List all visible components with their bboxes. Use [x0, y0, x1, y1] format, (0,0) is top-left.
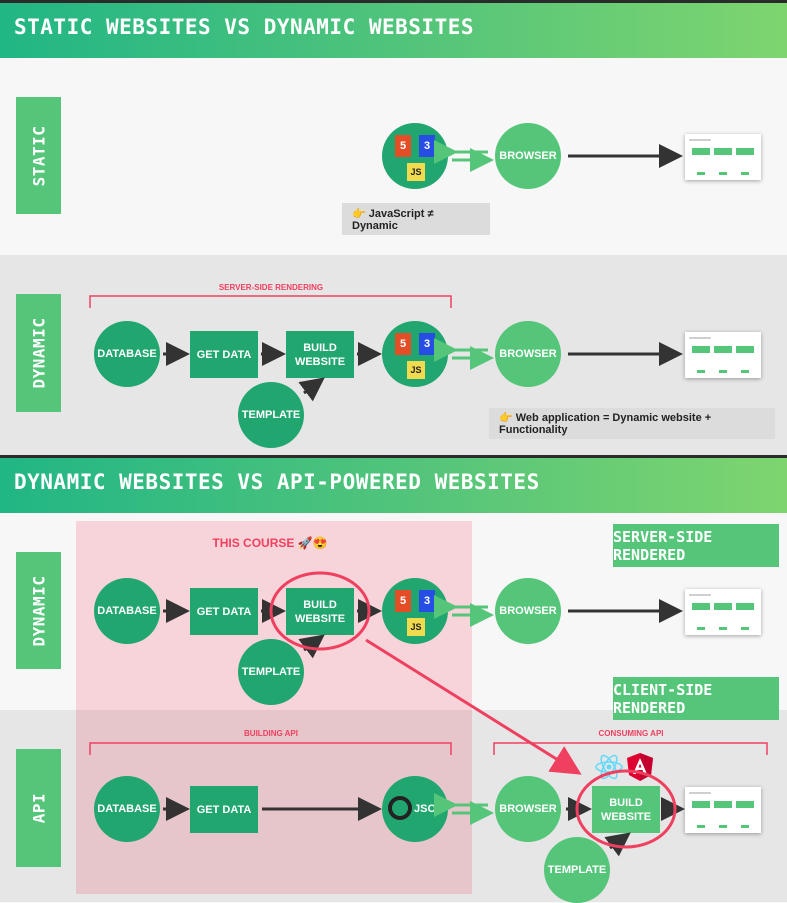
browser-node: BROWSER — [495, 776, 561, 842]
json-icon — [388, 796, 412, 820]
angular-icon — [627, 753, 653, 781]
js-not-dynamic-note: 👉 JavaScript ≠ Dynamic — [342, 203, 490, 235]
consuming-api-label: CONSUMING API — [598, 729, 664, 738]
get-data-node: GET DATA — [190, 786, 258, 833]
css3-icon: 3 — [419, 333, 435, 355]
building-api-label: BUILDING API — [244, 729, 298, 738]
api-label: API — [16, 749, 61, 867]
browser-node: BROWSER — [495, 578, 561, 644]
dynamic-files-circle: 5 3 JS — [382, 321, 448, 387]
js-icon: JS — [407, 361, 425, 379]
section-title-bar: STATIC WEBSITES VS DYNAMIC WEBSITES — [0, 0, 787, 58]
dynamic-label: DYNAMIC — [16, 294, 61, 412]
json-node: JSON — [382, 776, 448, 842]
js-icon: JS — [407, 618, 425, 636]
js-icon: JS — [407, 163, 425, 181]
build-website-node: BUILD WEBSITE — [592, 786, 660, 833]
database-node: DATABASE — [94, 578, 160, 644]
website-screenshot — [685, 589, 761, 635]
css3-icon: 3 — [419, 590, 435, 612]
this-course-label: THIS COURSE 🚀😍 — [212, 536, 328, 550]
static-files-circle: 5 3 JS — [382, 123, 448, 189]
build-website-node: BUILD WEBSITE — [286, 331, 354, 378]
web-app-note: 👉 Web application = Dynamic website + Fu… — [489, 408, 775, 439]
get-data-node: GET DATA — [190, 331, 258, 378]
dynamic-files-circle: 5 3 JS — [382, 578, 448, 644]
react-icon — [595, 754, 623, 780]
html5-icon: 5 — [395, 135, 411, 157]
server-side-rendering-label: SERVER-SIDE RENDERING — [218, 283, 324, 292]
website-screenshot — [685, 134, 761, 180]
database-node: DATABASE — [94, 321, 160, 387]
section-title: DYNAMIC WEBSITES VS API-POWERED WEBSITES — [14, 470, 540, 494]
template-node: TEMPLATE — [238, 382, 304, 448]
website-screenshot — [685, 332, 761, 378]
template-node: TEMPLATE — [238, 639, 304, 705]
client-side-rendered-tag: CLIENT-SIDE RENDERED — [613, 677, 779, 720]
template-node: TEMPLATE — [544, 837, 610, 903]
css3-icon: 3 — [419, 135, 435, 157]
website-screenshot — [685, 787, 761, 833]
browser-node: BROWSER — [495, 123, 561, 189]
dynamic-label: DYNAMIC — [16, 552, 61, 669]
html5-icon: 5 — [395, 333, 411, 355]
section-title-bar: DYNAMIC WEBSITES VS API-POWERED WEBSITES — [0, 455, 787, 513]
server-side-rendered-tag: SERVER-SIDE RENDERED — [613, 524, 779, 567]
browser-node: BROWSER — [495, 321, 561, 387]
build-website-node: BUILD WEBSITE — [286, 588, 354, 635]
html5-icon: 5 — [395, 590, 411, 612]
section-title: STATIC WEBSITES VS DYNAMIC WEBSITES — [14, 15, 475, 39]
static-label: STATIC — [16, 97, 61, 214]
get-data-node: GET DATA — [190, 588, 258, 635]
database-node: DATABASE — [94, 776, 160, 842]
